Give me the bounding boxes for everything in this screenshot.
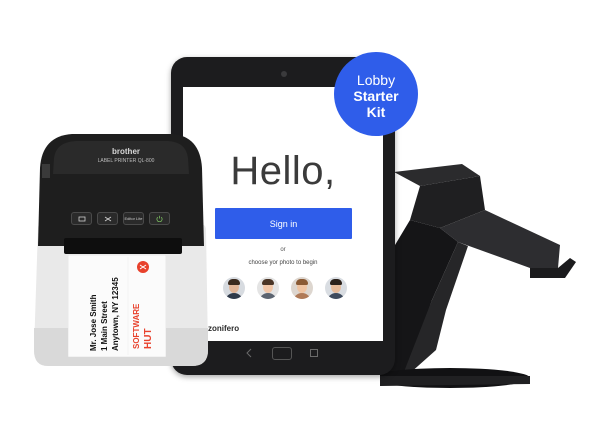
cut-icon <box>104 216 111 221</box>
logo-word-2: HUT <box>143 328 154 349</box>
feed-icon <box>78 216 85 221</box>
avatar-4[interactable] <box>325 277 347 299</box>
badge-line-2: Starter <box>353 88 399 104</box>
badge-line-1: Lobby <box>356 72 396 88</box>
editor-lite-label: Editor Lite <box>124 215 143 221</box>
brand-name: zonifero <box>208 323 240 333</box>
label-line-1: Mr. Jose Smith <box>89 294 98 351</box>
back-nav-icon[interactable] <box>244 348 254 358</box>
or-divider-label: or <box>280 247 286 253</box>
logo-word-1: SOFTWARE <box>132 303 141 349</box>
label-line-2: 1 Main Street <box>100 301 109 351</box>
power-button[interactable] <box>149 212 170 225</box>
label-line-3: Anytown, NY 12345 <box>111 277 120 351</box>
printer-button-row: Editor Lite <box>71 212 170 225</box>
editor-lite-button[interactable]: Editor Lite <box>123 212 144 225</box>
printed-label: Mr. Jose Smith 1 Main Street Anytown, NY… <box>68 255 166 357</box>
avatar-list <box>223 277 347 301</box>
avatar-2[interactable] <box>257 277 279 299</box>
lobby-starter-kit-badge: Lobby Starter Kit <box>334 52 418 136</box>
tablet-camera <box>281 71 287 77</box>
avatar-3[interactable] <box>291 277 313 299</box>
recent-apps-icon[interactable] <box>309 348 319 358</box>
sign-in-button[interactable]: Sign in <box>215 208 352 239</box>
avatar-1[interactable] <box>223 277 245 299</box>
badge-line-3: Kit <box>366 104 386 120</box>
printer-model: LABEL PRINTER QL-800 <box>97 158 155 164</box>
greeting-heading: Hello, <box>230 149 336 193</box>
cut-button[interactable] <box>97 212 118 225</box>
choose-photo-label: choose yor photo to begin <box>248 260 318 266</box>
printer-brand: brother <box>112 147 140 156</box>
tablet-stand <box>380 164 576 388</box>
power-icon <box>156 215 163 222</box>
home-button[interactable] <box>272 347 292 360</box>
feed-button[interactable] <box>71 212 92 225</box>
